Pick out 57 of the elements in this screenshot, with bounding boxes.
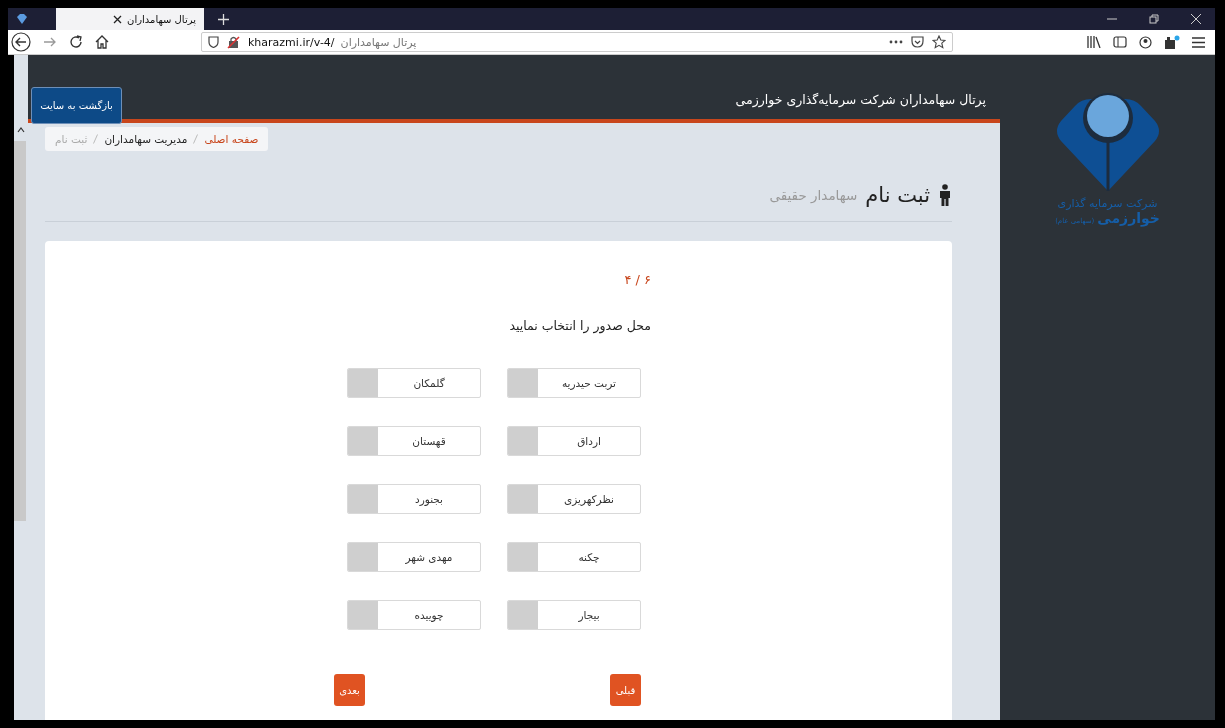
question-text: محل صدور را انتخاب نمایید xyxy=(508,318,651,333)
breadcrumb-item: ثبت نام xyxy=(55,133,88,145)
step-counter: ۴ / ۶ xyxy=(624,272,651,287)
pocket-icon[interactable] xyxy=(911,36,924,48)
option-button[interactable]: تربت حیدریه xyxy=(507,368,641,398)
restore-icon[interactable] xyxy=(1149,14,1159,24)
option-toggle[interactable] xyxy=(508,485,538,513)
menu-icon[interactable] xyxy=(1192,36,1205,48)
shield-icon[interactable] xyxy=(208,36,219,48)
option-button[interactable]: قهستان xyxy=(347,426,481,456)
page-title: ثبت نام xyxy=(865,183,930,207)
breadcrumb-separator xyxy=(193,134,199,144)
option-button[interactable]: چکنه xyxy=(507,542,641,572)
option-toggle[interactable] xyxy=(348,369,378,397)
star-icon[interactable] xyxy=(932,35,946,49)
library-icon[interactable] xyxy=(1087,36,1101,48)
option-toggle[interactable] xyxy=(508,601,538,629)
breadcrumb-item[interactable]: مدیریت سهامداران xyxy=(104,133,188,145)
reload-icon[interactable] xyxy=(69,35,83,49)
option-toggle[interactable] xyxy=(348,543,378,571)
home-icon[interactable] xyxy=(95,35,109,49)
breadcrumb-separator xyxy=(93,134,99,144)
logo-text: خوارزمی xyxy=(1097,210,1160,226)
page-subtitle: سهامدار حقیقی xyxy=(769,187,858,203)
option-button[interactable]: گلمکان xyxy=(347,368,481,398)
portal-title: پرتال سهامداران شرکت سرمایه‌گذاری خوارزمی xyxy=(735,92,986,107)
insecure-lock-icon[interactable] xyxy=(227,35,240,49)
sidebar-icon[interactable] xyxy=(1113,36,1127,48)
person-icon xyxy=(938,184,952,206)
option-button[interactable]: چوییده xyxy=(347,600,481,630)
more-icon[interactable] xyxy=(889,40,903,44)
option-toggle[interactable] xyxy=(348,485,378,513)
option-button[interactable]: ارداق xyxy=(507,426,641,456)
forward-icon[interactable] xyxy=(43,35,57,49)
scrollbar[interactable] xyxy=(8,55,28,720)
option-button[interactable]: مهدی شهر xyxy=(347,542,481,572)
option-toggle[interactable] xyxy=(348,601,378,629)
account-icon[interactable] xyxy=(1139,35,1152,49)
close-icon[interactable] xyxy=(113,14,123,24)
browser-tab[interactable]: پرتال سهامداران xyxy=(56,8,204,30)
next-button[interactable]: بعدی xyxy=(334,674,365,706)
option-toggle[interactable] xyxy=(508,427,538,455)
option-toggle[interactable] xyxy=(508,543,538,571)
extension-icon[interactable] xyxy=(1164,35,1180,49)
option-button[interactable]: بیجار xyxy=(507,600,641,630)
scroll-up-icon[interactable] xyxy=(17,127,25,133)
option-toggle[interactable] xyxy=(508,369,538,397)
new-tab-icon[interactable] xyxy=(218,13,229,25)
option-toggle[interactable] xyxy=(348,427,378,455)
site-icon xyxy=(16,13,28,25)
option-button[interactable]: بجنورد xyxy=(347,484,481,514)
breadcrumb-item[interactable]: صفحه اصلی xyxy=(204,133,259,145)
back-to-site-button[interactable]: بازگشت به سایت xyxy=(31,87,122,124)
back-icon[interactable] xyxy=(11,32,31,52)
option-button[interactable]: نظرکهریزی xyxy=(507,484,641,514)
logo-text: شرکت سرمایه گذاری xyxy=(1057,197,1158,210)
previous-button[interactable]: قبلی xyxy=(610,674,641,706)
